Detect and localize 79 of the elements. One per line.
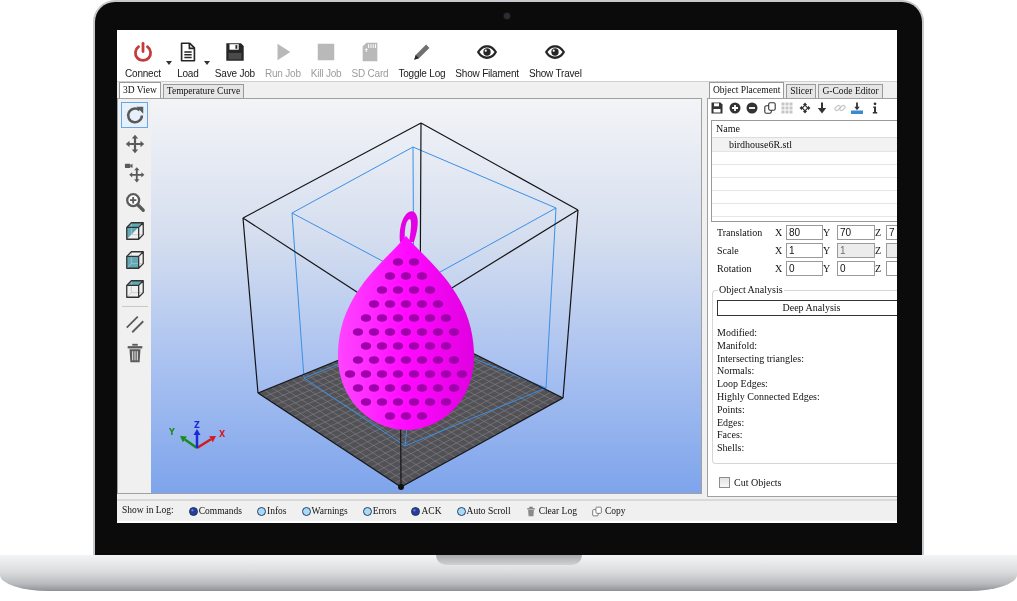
down-arrow-icon[interactable]: [816, 102, 828, 114]
checkbox[interactable]: [719, 477, 730, 489]
view-tab[interactable]: Temperature Curve: [162, 84, 245, 98]
analysis-button[interactable]: Deep Analysis: [717, 300, 897, 316]
minus-circle-icon[interactable]: [746, 102, 758, 114]
stat-label: Highly Connected Edges:: [717, 391, 821, 404]
number-field[interactable]: 70: [837, 225, 875, 240]
stat-label: Manifold:: [717, 339, 758, 353]
group-title: Object Analysis: [718, 284, 784, 296]
axis-label: X: [218, 430, 226, 439]
field-label: Rotation: [717, 262, 753, 275]
stat-label: Intersecting triangles:: [717, 352, 805, 366]
trash-icon: [525, 505, 536, 517]
axis-letter: Z: [875, 244, 883, 257]
number-field[interactable]: 7: [886, 225, 897, 240]
panel-tab[interactable]: Object Placement: [709, 82, 785, 98]
field-label: Scale: [717, 244, 740, 257]
toolbar-button[interactable]: Show Filament: [453, 41, 521, 80]
log-filter-button[interactable]: ACK: [411, 505, 442, 517]
toolbar-button[interactable]: Show Travel: [526, 41, 584, 80]
number-field[interactable]: 0: [786, 261, 823, 276]
panel-tab[interactable]: Slicer: [786, 84, 817, 98]
stat-label: Points:: [717, 403, 746, 417]
cube-top-shaded-icon: [123, 278, 146, 300]
panel-tab[interactable]: G-Code Editor: [818, 84, 883, 98]
log-button[interactable]: Clear Log: [525, 505, 577, 517]
field-label: Translation: [717, 226, 764, 239]
caret-icon[interactable]: [165, 61, 172, 65]
log-filter-button[interactable]: Auto Scroll: [456, 505, 511, 517]
axis-letter: Z: [875, 262, 883, 275]
axis-letter: X: [775, 226, 784, 239]
axis-letter: Y: [823, 262, 832, 275]
copy-icon[interactable]: [763, 102, 776, 114]
axis-label: Y: [169, 428, 175, 437]
axis-letter: X: [775, 262, 784, 275]
toolbar-button[interactable]: Toggle Log: [396, 41, 448, 80]
number-field[interactable]: [886, 261, 897, 276]
log-filter-button[interactable]: Commands: [188, 505, 242, 517]
viewport-canvas[interactable]: Z Y X: [151, 99, 701, 493]
column-header: Name: [716, 123, 740, 134]
number-field[interactable]: 0: [837, 261, 875, 276]
move-camera-icon: [123, 162, 146, 184]
zoom-in-icon: [123, 191, 146, 213]
number-field[interactable]: 1: [786, 243, 823, 258]
axis-letter: X: [775, 244, 784, 257]
birdhouse-model[interactable]: [338, 211, 474, 430]
axis-letter: Y: [823, 226, 832, 239]
log-filter-button[interactable]: Errors: [362, 505, 397, 517]
log-filter-button[interactable]: Warnings: [301, 505, 348, 517]
view-tool-button[interactable]: [121, 102, 148, 128]
caret-icon[interactable]: [203, 61, 210, 65]
cube-front-shaded-icon: [123, 249, 146, 271]
axis-label: Z: [194, 421, 200, 430]
axis-letter: Y: [823, 244, 832, 257]
list-item[interactable]: birdhouse6R.stl: [712, 138, 897, 152]
stat-label: Edges:: [717, 416, 746, 430]
toolbar-button[interactable]: Load: [174, 41, 201, 80]
stat-label: Normals:: [717, 365, 756, 379]
number-field[interactable]: 80: [786, 225, 823, 240]
checkbox-label[interactable]: Cut Objects: [734, 476, 782, 489]
stat-label: Faces:: [717, 429, 744, 443]
stat-label: Modified:: [717, 327, 758, 340]
axis-letter: Z: [875, 226, 883, 239]
move-icon: [123, 133, 146, 155]
camera-icon: [504, 13, 510, 19]
view-tab[interactable]: 3D View: [119, 82, 161, 98]
power-icon: [131, 41, 154, 63]
arrow-onto-plate-icon[interactable]: [851, 102, 863, 114]
toolbar-button[interactable]: Save Job: [212, 41, 257, 80]
log-filter-button[interactable]: Infos: [257, 505, 287, 517]
log-button[interactable]: Copy: [591, 505, 626, 517]
toolbar-button[interactable]: Connect: [123, 41, 163, 80]
cube-diagonal-shaded-icon: [123, 220, 146, 242]
copy-icon: [591, 505, 602, 517]
stat-label: Loop Edges:: [717, 378, 769, 391]
plus-circle-icon[interactable]: [728, 102, 741, 114]
stat-label: Shells:: [717, 442, 746, 455]
log-filter-label: Show in Log:: [122, 505, 174, 517]
four-way-arrow-icon[interactable]: [798, 102, 811, 114]
